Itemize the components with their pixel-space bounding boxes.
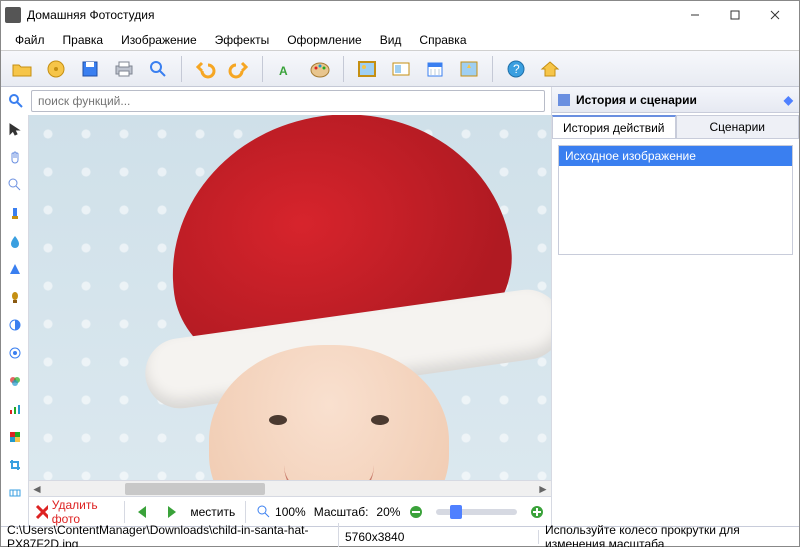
toolbar-separator [262,56,263,82]
status-hint: Используйте колесо прокрутки для изменен… [539,523,799,547]
help-button[interactable]: ? [501,55,531,83]
tab-history[interactable]: История действий [552,115,676,138]
postcard-button[interactable] [386,55,416,83]
scroll-right-icon[interactable]: ► [535,482,551,496]
straighten-tool[interactable] [5,483,25,503]
menu-decor[interactable]: Оформление [279,31,369,49]
menu-view[interactable]: Вид [372,31,410,49]
menu-image[interactable]: Изображение [113,31,205,49]
scroll-track[interactable] [45,482,535,496]
delete-label: Удалить фото [52,498,114,526]
drop-tool[interactable] [5,231,25,251]
zoom-slider[interactable] [436,509,517,515]
editor-area: ◄ ► Удалить фото местить [1,115,551,526]
menu-help[interactable]: Справка [411,31,474,49]
zoom-slider-thumb[interactable] [450,505,462,519]
collage-button[interactable] [454,55,484,83]
contrast-tool[interactable] [5,315,25,335]
lower-toolbar: Удалить фото местить 100% Масштаб: 20% [29,496,551,526]
panel-header: История и сценарии ◆ [552,87,799,113]
zoom-in-button[interactable] [529,504,545,520]
balance-tool[interactable] [5,343,25,363]
titlebar: Домашняя Фотостудия [1,1,799,29]
svg-text:A: A [279,64,288,78]
app-icon [5,7,21,23]
clone-tool[interactable] [5,287,25,307]
actual-size-button[interactable]: 100% [256,504,306,520]
left-column: ◄ ► Удалить фото местить [1,87,551,526]
hand-tool[interactable] [5,147,25,167]
search-photo-button[interactable] [143,55,173,83]
tab-scenarios[interactable]: Сценарии [676,115,800,138]
open-button[interactable] [7,55,37,83]
window-title: Домашняя Фотостудия [27,8,675,22]
menu-file[interactable]: Файл [7,31,53,49]
search-icon[interactable] [7,92,25,110]
menu-effects[interactable]: Эффекты [207,31,278,49]
redo-button[interactable] [224,55,254,83]
crop-tool[interactable] [5,455,25,475]
history-item[interactable]: Исходное изображение [559,146,792,166]
scroll-left-icon[interactable]: ◄ [29,482,45,496]
separator [245,501,246,523]
prev-button[interactable] [134,504,154,520]
body: ◄ ► Удалить фото местить [1,87,799,526]
toolbar-separator [181,56,182,82]
pin-icon[interactable]: ◆ [784,93,793,107]
sharpen-tool[interactable] [5,259,25,279]
canvas-area: ◄ ► Удалить фото местить [29,115,551,526]
search-input[interactable] [31,90,545,112]
menubar: Файл Правка Изображение Эффекты Оформлен… [1,29,799,51]
zoom-tool[interactable] [5,175,25,195]
favorites-button[interactable] [41,55,71,83]
delete-photo-button[interactable]: Удалить фото [35,498,114,526]
undo-button[interactable] [190,55,220,83]
actual-size-label: 100% [275,505,306,519]
horizontal-scrollbar[interactable]: ◄ ► [29,480,551,496]
maximize-button[interactable] [715,3,755,27]
home-button[interactable] [535,55,565,83]
separator [124,501,125,523]
text-button[interactable]: A [271,55,301,83]
minimize-button[interactable] [675,3,715,27]
main-toolbar: A ? [1,51,799,87]
pointer-tool[interactable] [5,119,25,139]
svg-text:?: ? [513,62,520,76]
brush-tool[interactable] [5,203,25,223]
effects-tool[interactable] [5,427,25,447]
levels-tool[interactable] [5,399,25,419]
menu-edit[interactable]: Правка [55,31,112,49]
status-dimensions: 5760x3840 [339,530,539,544]
history-panel: История и сценарии ◆ История действий Сц… [551,87,799,526]
palette-button[interactable] [305,55,335,83]
calendar-button[interactable] [420,55,450,83]
zoom-out-button[interactable] [408,504,424,520]
panel-tabs: История действий Сценарии [552,113,799,139]
fit-button[interactable]: местить [190,505,235,519]
search-row [1,87,551,115]
toolbar-separator [492,56,493,82]
image-canvas[interactable] [29,115,551,480]
color-tool[interactable] [5,371,25,391]
print-button[interactable] [109,55,139,83]
zoom-value: 20% [376,505,400,519]
next-button[interactable] [162,504,182,520]
zoom-label: Масштаб: [314,505,369,519]
status-path: C:\Users\ContentManager\Downloads\child-… [1,523,339,547]
tool-palette [1,115,29,526]
save-button[interactable] [75,55,105,83]
close-button[interactable] [755,3,795,27]
magnifier-icon [256,504,272,520]
scroll-thumb[interactable] [125,483,265,495]
panel-title: История и сценарии [576,93,697,107]
delete-icon [35,504,48,520]
history-list: Исходное изображение [558,145,793,255]
panel-icon [558,94,570,106]
status-bar: C:\Users\ContentManager\Downloads\child-… [1,526,799,546]
frame-button[interactable] [352,55,382,83]
app-window: Домашняя Фотостудия Файл Правка Изображе… [0,0,800,547]
toolbar-separator [343,56,344,82]
